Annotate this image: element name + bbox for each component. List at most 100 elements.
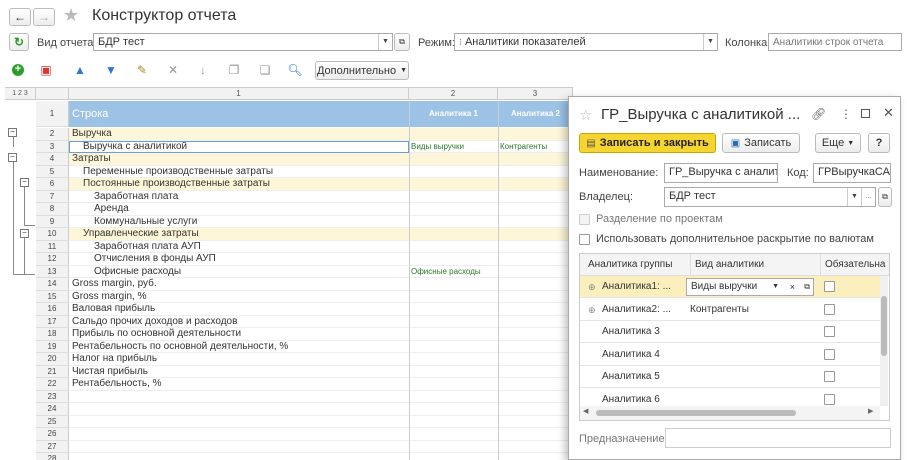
link-icon[interactable]: 🔗︎	[811, 107, 826, 121]
row-analytics-1[interactable]	[411, 366, 497, 379]
row-analytics-1[interactable]	[411, 253, 497, 266]
selected-cell[interactable]	[69, 140, 409, 153]
table-row[interactable]: Аналитика 5	[580, 366, 880, 388]
delete-icon[interactable]: ▣	[38, 62, 54, 78]
dialog-star-icon[interactable]: ☆	[579, 106, 592, 124]
column-input[interactable]	[768, 33, 902, 51]
row-analytics-2[interactable]: Контрагенты	[500, 141, 572, 154]
row-analytics-2[interactable]	[500, 441, 572, 454]
chevron-down-icon[interactable]: ▼	[703, 34, 717, 50]
col-header-2[interactable]: 2	[409, 88, 498, 100]
row-analytics-2[interactable]	[500, 278, 572, 291]
row-analytics-2[interactable]	[500, 241, 572, 254]
chevron-down-icon[interactable]: ▼	[378, 34, 392, 50]
row-analytics-1[interactable]	[411, 453, 497, 460]
row-analytics-2[interactable]	[500, 328, 572, 341]
copy-icon[interactable]: ❐	[226, 62, 242, 78]
refresh-button[interactable]: ↻	[9, 33, 29, 51]
row-analytics-2[interactable]	[500, 316, 572, 329]
row-analytics-1[interactable]	[411, 191, 497, 204]
row-analytics-2[interactable]	[500, 303, 572, 316]
report-grid[interactable]: 1 2 3 1 2 3 Строка Аналитика 1 Аналитика…	[5, 87, 573, 460]
report-type-field[interactable]: БДР тест ▼	[93, 33, 393, 51]
edit-icon[interactable]: ✎	[134, 62, 150, 78]
move-down-icon[interactable]: ▼	[103, 62, 119, 78]
row-analytics-2[interactable]	[500, 366, 572, 379]
required-checkbox[interactable]	[824, 393, 835, 405]
split-projects-checkbox[interactable]	[579, 214, 590, 225]
row-analytics-2[interactable]	[500, 266, 572, 279]
row-analytics-2[interactable]	[500, 203, 572, 216]
save-and-close-button[interactable]: ▤ Записать и закрыть	[579, 133, 716, 153]
row-analytics-2[interactable]	[500, 428, 572, 441]
help-button[interactable]: ?	[868, 133, 890, 153]
row-analytics-1[interactable]	[411, 391, 497, 404]
close-icon[interactable]: ✕	[883, 105, 894, 121]
table-row[interactable]: Аналитика 3	[580, 321, 880, 343]
table-row[interactable]: Аналитика 4	[580, 344, 880, 366]
forward-button[interactable]: →	[33, 8, 55, 26]
required-checkbox[interactable]	[824, 281, 835, 292]
maximize-icon[interactable]	[861, 109, 870, 118]
row-analytics-2[interactable]	[500, 341, 572, 354]
row-analytics-1[interactable]	[411, 278, 497, 291]
row-analytics-1[interactable]	[411, 303, 497, 316]
required-checkbox[interactable]	[824, 348, 835, 360]
search-icon[interactable]: 🔍︎	[287, 62, 303, 78]
row-analytics-1[interactable]	[411, 353, 497, 366]
collapse-toggle-fixed[interactable]: −	[20, 178, 29, 187]
open-owner-button[interactable]: ⧉	[878, 187, 892, 207]
row-analytics-1[interactable]	[411, 203, 497, 216]
row-analytics-1[interactable]	[411, 378, 497, 391]
row-analytics-1[interactable]	[411, 441, 497, 454]
table-row[interactable]: ⊕ Аналитика1: ... Виды выручки ▼ × ⧉	[580, 276, 880, 298]
chevron-down-icon[interactable]: ▼	[847, 188, 861, 206]
chevron-down-icon[interactable]: ▼	[772, 279, 779, 295]
required-checkbox[interactable]	[824, 326, 835, 337]
header-kind[interactable]: Вид аналитики	[690, 254, 764, 276]
row-analytics-2[interactable]	[500, 353, 572, 366]
expand-icon[interactable]: ⊕	[588, 299, 596, 321]
collapse-toggle-revenue[interactable]: −	[8, 128, 17, 137]
row-analytics-2[interactable]	[500, 291, 572, 304]
more-actions-button[interactable]: Еще ▼	[815, 133, 861, 153]
favorite-star-icon[interactable]: ★	[63, 5, 79, 26]
row-analytics-1[interactable]	[411, 403, 497, 416]
vertical-scrollbar[interactable]	[880, 276, 888, 406]
col-header-1[interactable]: 1	[69, 88, 409, 100]
row-analytics-1[interactable]	[411, 178, 497, 191]
code-field[interactable]: ГРВыручкаСАна	[813, 163, 891, 183]
move-icon[interactable]: ↓	[195, 62, 211, 78]
row-analytics-2[interactable]	[500, 216, 572, 229]
row-analytics-2[interactable]	[500, 128, 572, 141]
row-analytics-1[interactable]	[411, 341, 497, 354]
row-analytics-1[interactable]	[411, 128, 497, 141]
required-checkbox[interactable]	[824, 303, 835, 315]
col-header-3[interactable]: 3	[498, 88, 573, 100]
row-analytics-2[interactable]	[500, 191, 572, 204]
row-analytics-2[interactable]	[500, 416, 572, 429]
row-analytics-2[interactable]	[500, 453, 572, 460]
row-analytics-2[interactable]	[500, 378, 572, 391]
level-buttons[interactable]: 1 2 3	[5, 88, 36, 100]
row-analytics-1[interactable]	[411, 428, 497, 441]
row-analytics-1[interactable]	[411, 216, 497, 229]
row-analytics-1[interactable]	[411, 228, 497, 241]
ellipsis-icon[interactable]: …	[861, 188, 875, 206]
owner-field[interactable]: БДР тест ▼ …	[664, 187, 876, 207]
row-analytics-2[interactable]	[500, 178, 572, 191]
open-icon[interactable]: ⧉	[804, 279, 810, 295]
row-analytics-1[interactable]	[411, 166, 497, 179]
header-group[interactable]: Аналитика группы	[588, 254, 672, 276]
scroll-left-icon[interactable]: ◀	[583, 407, 588, 415]
row-kind-field[interactable]: Виды выручки ▼ × ⧉	[686, 278, 814, 296]
expand-icon[interactable]: ⊕	[588, 276, 596, 298]
analytics-table[interactable]: Аналитика группы Вид аналитики Обязатель…	[579, 253, 890, 421]
menu-icon[interactable]: ⋮	[840, 107, 852, 121]
save-button[interactable]: ▣ Записать	[722, 133, 800, 153]
scroll-right-icon[interactable]: ▶	[868, 407, 873, 415]
row-analytics-2[interactable]	[500, 403, 572, 416]
row-analytics-2[interactable]	[500, 391, 572, 404]
horizontal-scrollbar[interactable]: ◀ ▶	[580, 406, 880, 420]
collapse-toggle-costs[interactable]: −	[8, 153, 17, 162]
